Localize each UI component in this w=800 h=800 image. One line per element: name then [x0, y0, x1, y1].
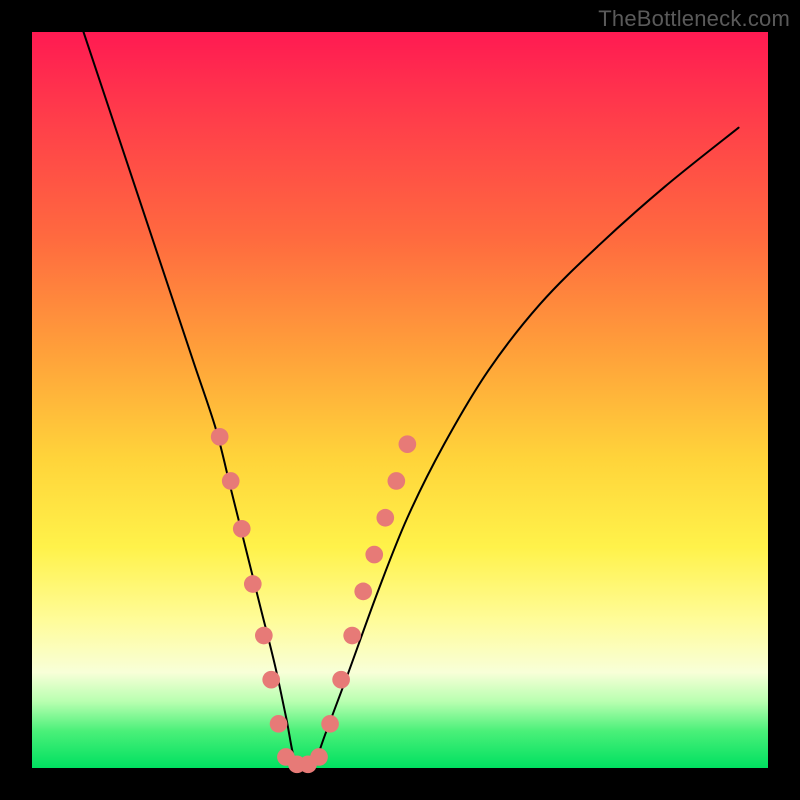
highlight-dot: [332, 671, 350, 689]
highlight-dot: [321, 715, 339, 733]
highlight-dot: [244, 575, 262, 593]
highlight-dot: [211, 428, 229, 446]
highlight-dot: [387, 472, 405, 490]
curve-layer: [32, 32, 768, 768]
highlight-dot: [343, 627, 361, 645]
chart-frame: TheBottleneck.com: [0, 0, 800, 800]
plot-area: [32, 32, 768, 768]
watermark-text: TheBottleneck.com: [598, 6, 790, 32]
highlight-dot: [399, 435, 417, 453]
highlight-dot: [365, 546, 383, 564]
highlight-dots-group: [211, 428, 416, 773]
highlight-dot: [270, 715, 288, 733]
highlight-dot: [310, 748, 328, 766]
highlight-dot: [354, 583, 372, 601]
bottleneck-curve: [84, 32, 739, 774]
highlight-dot: [262, 671, 280, 689]
highlight-dot: [376, 509, 394, 527]
highlight-dot: [233, 520, 251, 538]
highlight-dot: [255, 627, 273, 645]
highlight-dot: [222, 472, 240, 490]
